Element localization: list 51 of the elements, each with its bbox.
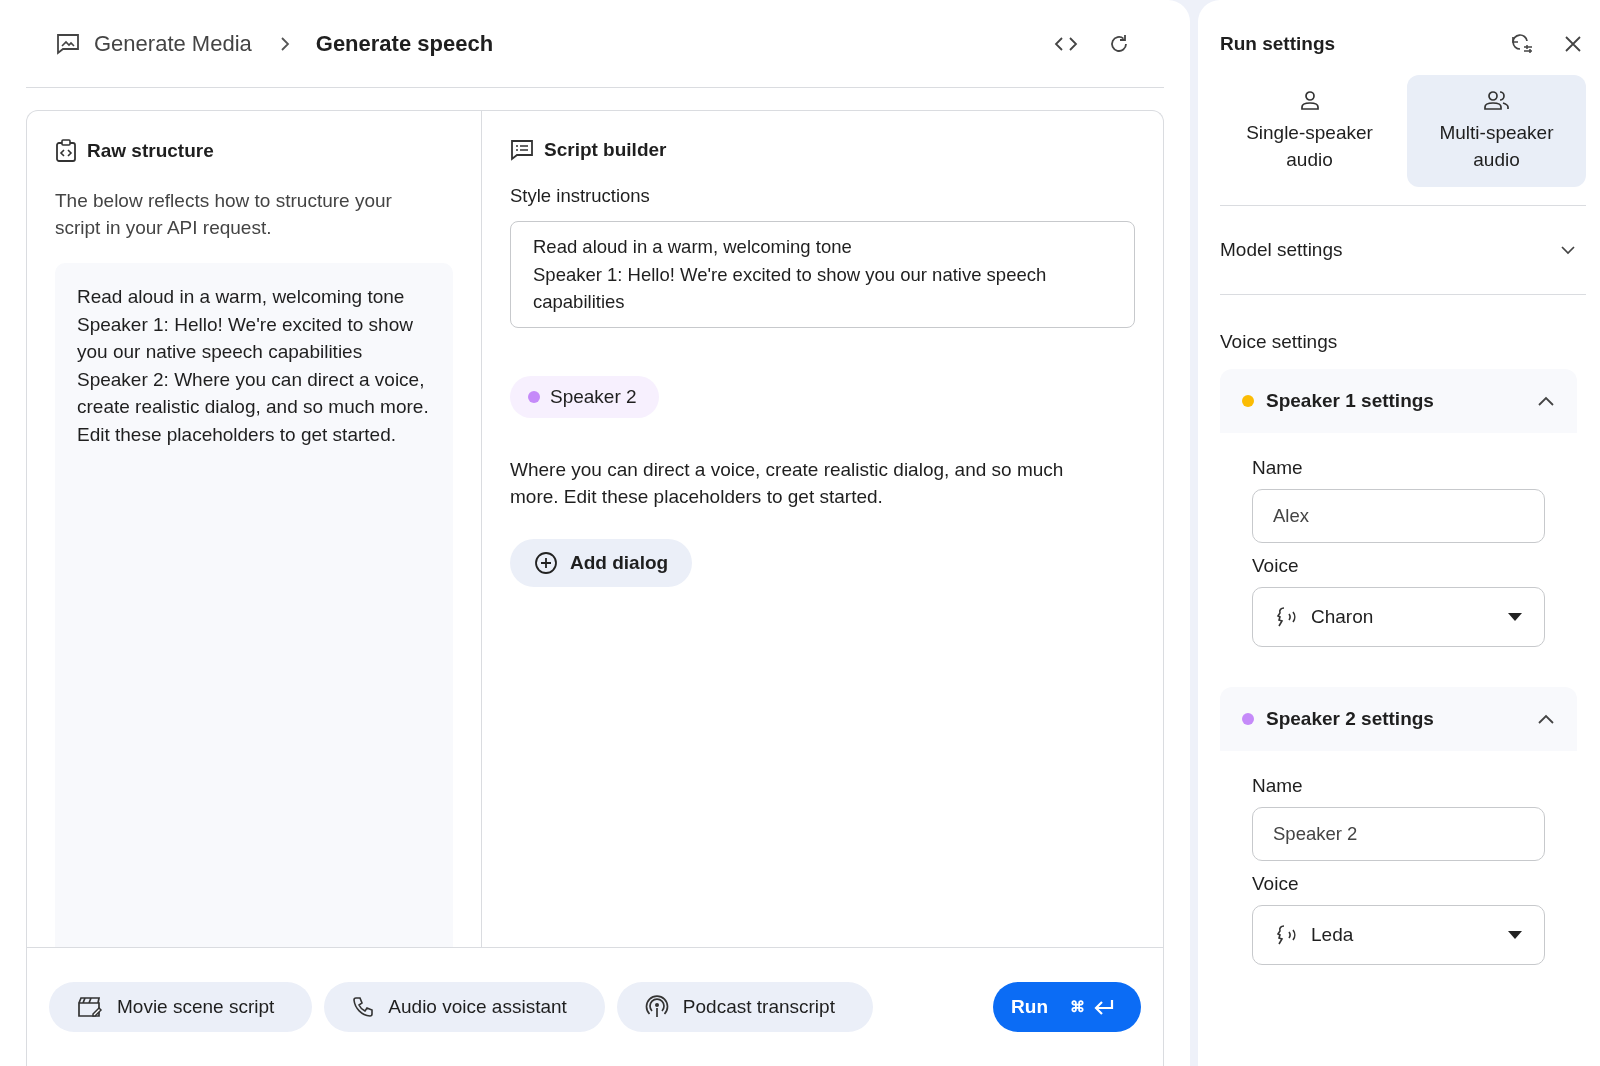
template-button[interactable]: Audio voice assistant <box>324 982 605 1032</box>
phone-icon <box>352 996 375 1018</box>
field-label: Voice <box>1252 555 1300 577</box>
image-message-icon <box>56 32 80 55</box>
plus-circle-icon <box>534 550 558 575</box>
chevron-down-icon <box>1560 245 1576 255</box>
list-message-icon <box>510 139 534 161</box>
description-text: The below reflects how to structure your script in your API request. <box>55 189 393 240</box>
name-input-field[interactable]: Speaker 2 <box>1252 807 1545 861</box>
field-label: Style instructions <box>510 185 651 207</box>
breadcrumb-link[interactable]: Generate Media <box>94 30 252 57</box>
person-icon <box>1298 89 1321 111</box>
chevron-up-icon <box>1537 713 1555 725</box>
section-title: Script builder <box>544 139 667 161</box>
dropdown-arrow-icon <box>1508 931 1522 939</box>
podcast-icon <box>644 995 669 1019</box>
panel-title: Run settings <box>1220 33 1336 55</box>
voice-dropdown[interactable]: Charon <box>1252 587 1545 647</box>
section-title: Raw structure <box>87 140 214 162</box>
code-icon <box>1054 35 1078 52</box>
section-heading: Voice settings <box>1220 331 1339 353</box>
add-dialog-button[interactable]: Add dialog <box>510 538 693 587</box>
return-arrow-icon <box>1093 999 1115 1015</box>
template-button[interactable]: Movie scene script <box>49 982 313 1032</box>
field-label: Name <box>1252 775 1304 797</box>
page-title: Generate speech <box>315 30 494 57</box>
speaker-mode-tab[interactable]: Multi-speaker audio <box>1407 75 1586 187</box>
voice-dropdown[interactable]: Leda <box>1252 905 1545 965</box>
template-button[interactable]: Podcast transcript <box>616 982 873 1032</box>
script-line: Speaker 1: Hello! We're excited to show you our native speech capabilities <box>77 312 414 364</box>
reset-icon <box>1510 33 1534 55</box>
people-icon <box>1483 89 1510 111</box>
field-label: Name <box>1252 457 1304 479</box>
style-instructions-field[interactable]: Read aloud in a warm, welcoming tone Speaker 1: Hello! We're excited to show you our native speech capabilities <box>510 221 1135 328</box>
run-button[interactable]: Run ⌘ <box>993 982 1141 1032</box>
field-label: Voice <box>1252 873 1300 895</box>
code-clipboard-icon <box>55 139 77 163</box>
speaker-settings-header[interactable]: Speaker 2 settings <box>1220 687 1577 751</box>
script-line: Speaker 2: Where you can direct a voice, create realistic dialog, and so much more. Edit these placeholders to get started. <box>77 367 429 447</box>
chevron-up-icon <box>1537 395 1555 407</box>
dialog-text: Where you can direct a voice, create realistic dialog, and so much more. Edit these placeholders to get started. <box>510 457 1065 509</box>
close-icon <box>1564 35 1582 53</box>
name-input-field[interactable]: Alex <box>1252 489 1545 543</box>
dropdown-arrow-icon <box>1508 613 1522 621</box>
script-line: Read aloud in a warm, welcoming tone <box>77 285 406 309</box>
model-settings-expander[interactable]: Model settings <box>1220 206 1586 294</box>
chevron-right-icon <box>279 36 290 51</box>
speaker-chip[interactable]: Speaker 2 <box>510 375 659 418</box>
speaker-settings-header[interactable]: Speaker 1 settings <box>1220 369 1577 433</box>
refresh-icon <box>1108 32 1130 55</box>
clapperboard-icon <box>77 996 103 1018</box>
